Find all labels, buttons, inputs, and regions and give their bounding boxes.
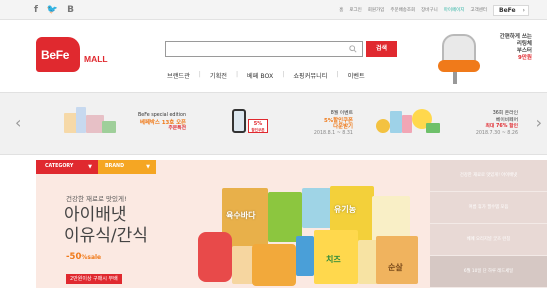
category-dropdown[interactable]: CATEGORY ▼ [36, 160, 98, 174]
chevron-left-icon[interactable]: ‹ [15, 113, 21, 132]
social-links: f 🐦 B [34, 5, 74, 15]
caret-down-icon: ▼ [88, 164, 92, 170]
booster-seat-shape [438, 60, 480, 72]
hero-side-menu: 건강한 재료로 맛있게! 아이배냇 여름 휴가 필수템 모음 베페 오리지널 굿… [430, 160, 547, 288]
product-label: 순살 [388, 263, 403, 272]
nav-divider: | [198, 71, 201, 78]
strip-item-text: 36회 온라인 베이비페어 최대 76% 할인 2018.7.30 ~ 8.26 [450, 111, 518, 137]
side-menu-item-active[interactable]: 6월 10일 단 하루 레드세일 [430, 256, 547, 288]
strip-item-text: BeFe special edition 베페박스 13호 오픈 주문특전 [122, 113, 186, 133]
toy-image [426, 123, 440, 133]
util-link-cart[interactable]: 장바구니 [421, 7, 438, 13]
brand-dropdown-label: BRAND [105, 164, 125, 169]
nav-community[interactable]: 쇼핑커뮤니티 [293, 71, 327, 80]
product-bottle-image [76, 107, 86, 133]
nav-divider: | [336, 71, 339, 78]
header-promo-banner[interactable]: 간편하게 쓰는 리팅체 부스터 9만원 [434, 28, 532, 88]
banner-strip: ‹ › BeFe special edition 베페박스 13호 오픈 주문특… [0, 92, 547, 155]
util-link-login[interactable]: 로그인 [349, 7, 361, 13]
product-pouch-image [198, 232, 232, 282]
product-pack-image [296, 236, 314, 276]
hero-sale: -50%sale [66, 252, 101, 262]
nav-divider: | [282, 71, 285, 78]
strip-line: 주문특전 [168, 126, 186, 131]
product-jar-image [252, 244, 296, 286]
coupon-badge: 5% 할인쿠폰 [248, 119, 268, 133]
header-promo-text: 간편하게 쓰는 리팅체 부스터 9만원 [494, 34, 532, 62]
nav-divider: | [235, 71, 239, 78]
main-nav: 브랜드관 | 기획전 | 베페 BOX | 쇼핑커뮤니티 | 이벤트 [167, 71, 365, 80]
strip-item-text: 8월 이벤트 5%할인쿠폰 다운받기 2018.8.1 ~ 8.31 [288, 111, 353, 137]
nav-brand[interactable]: 브랜드관 [167, 71, 190, 80]
strip-item-coupon[interactable]: 5% 할인쿠폰 8월 이벤트 5%할인쿠폰 다운받기 2018.8.1 ~ 8.… [218, 93, 358, 156]
site-select-label: BeFe [499, 7, 516, 14]
util-link-cs[interactable]: 고객센터 [470, 7, 487, 13]
search-icon[interactable] [349, 45, 357, 53]
toy-image [402, 115, 412, 133]
nav-exhibition[interactable]: 기획전 [210, 71, 227, 80]
product-pack-image [232, 246, 254, 284]
product-box-image [102, 121, 116, 133]
nav-event[interactable]: 이벤트 [348, 71, 365, 80]
booster-leg-shape [453, 72, 457, 84]
side-menu-item[interactable]: 여름 휴가 필수템 모음 [430, 192, 547, 224]
site-select[interactable]: BeFe › [493, 5, 529, 16]
strip-item-baby-fair[interactable]: 36회 온라인 베이비페어 최대 76% 할인 2018.7.30 ~ 8.26 [370, 93, 520, 156]
util-link-order[interactable]: 주문배송조회 [390, 7, 415, 13]
blog-icon[interactable]: B [67, 5, 74, 15]
toy-image [376, 119, 390, 133]
category-dropdown-label: CATEGORY [45, 164, 74, 169]
logo-mall-text: MALL [84, 54, 108, 64]
promo-price: 9만원 [518, 55, 532, 61]
befe-logo[interactable]: BeFe [36, 37, 80, 72]
util-link-home[interactable]: 홈 [339, 7, 343, 13]
coupon-badge-label: 할인쿠폰 [251, 128, 265, 132]
product-label: 육수바다 [226, 211, 256, 220]
sale-unit: %sale [81, 254, 102, 261]
facebook-icon[interactable]: f [34, 5, 38, 15]
side-menu-item[interactable]: 건강한 재료로 맛있게! 아이배냇 [430, 160, 547, 192]
promo-line: 간편하게 쓰는 [499, 34, 532, 40]
logo-text: BeFe [41, 48, 70, 62]
product-pack-image [376, 236, 418, 284]
promo-line: 리팅체 [516, 41, 532, 47]
phone-image [232, 109, 246, 133]
product-pack-image [268, 192, 302, 242]
nav-befe-box[interactable]: 베페 BOX [247, 71, 273, 80]
twitter-icon[interactable]: 🐦 [47, 5, 58, 15]
hero-free-shipping-tag: 2만원이상 구매시 무배 [66, 274, 122, 284]
top-utility-bar: f 🐦 B 홈 로그인 회원가입 주문배송조회 장바구니 마이페이지 고객센터 … [0, 0, 547, 20]
product-label: 치즈 [326, 255, 341, 264]
product-pack-image [358, 240, 378, 284]
toy-image [390, 111, 402, 133]
strip-item-befe-box[interactable]: BeFe special edition 베페박스 13호 오픈 주문특전 [58, 93, 188, 156]
brand-dropdown[interactable]: BRAND ▼ [98, 160, 156, 174]
utility-links: 홈 로그인 회원가입 주문배송조회 장바구니 마이페이지 고객센터 [339, 7, 487, 13]
chevron-right-icon[interactable]: › [536, 113, 542, 132]
hero-title-line2: 이유식/간식 [64, 226, 148, 246]
sale-value: -50 [66, 252, 82, 262]
product-pack-image [302, 188, 332, 228]
coupon-badge-value: 5% [253, 121, 263, 127]
hero-subtitle: 건강한 재료로 맛있게! [66, 195, 127, 203]
product-label: 유기농 [334, 205, 357, 214]
util-link-join[interactable]: 회원가입 [368, 7, 385, 13]
chevron-right-icon: › [522, 7, 525, 14]
caret-down-icon: ▼ [146, 164, 150, 170]
search-input[interactable] [165, 41, 363, 57]
strip-line: 2018.8.1 ~ 8.31 [313, 130, 353, 136]
side-menu-item[interactable]: 베페 오리지널 굿즈 런칭 [430, 224, 547, 256]
strip-line: 2018.7.30 ~ 8.26 [475, 130, 518, 136]
hero-title-line1: 아이배냇 [64, 205, 127, 225]
search-button[interactable]: 검색 [366, 41, 397, 57]
promo-line: 부스터 [516, 48, 532, 54]
util-link-mypage[interactable]: 마이페이지 [444, 7, 465, 13]
